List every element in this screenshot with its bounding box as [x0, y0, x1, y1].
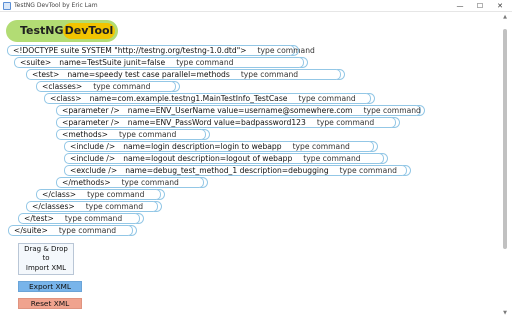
xml-tag: </class> [42, 190, 77, 199]
import-xml-dropzone[interactable]: Drag & Drop to Import XML [18, 243, 74, 275]
row-end-cap [172, 81, 180, 92]
title-bar: TestNG DevTool by Eric Lam — ☐ ✕ [0, 0, 512, 12]
logo-devtool-badge: DevTool [63, 23, 115, 39]
xml-line[interactable]: <suite> name=TestSuite junit=false type co… [14, 57, 308, 68]
vertical-scrollbar[interactable]: ▲ ▼ [501, 13, 509, 317]
xml-line[interactable]: </class> type command [36, 189, 165, 200]
xml-tag: <suite> [20, 58, 52, 67]
xml-line[interactable]: <classes> type command [36, 81, 180, 92]
xml-tag: <methods> [62, 130, 109, 139]
row-end-cap [392, 117, 400, 128]
type-command-button[interactable]: type command [364, 106, 421, 115]
type-command-button[interactable]: type command [317, 118, 374, 127]
xml-tag: </test> [24, 214, 54, 223]
xml-line[interactable]: </test> type command [18, 213, 144, 224]
xml-attributes: name=com.example.testng1.MainTestInfo_Te… [89, 94, 288, 103]
app-logo: TestNG DevTool [6, 20, 118, 42]
window-title: TestNG DevTool by Eric Lam [14, 2, 98, 9]
xml-line[interactable]: <class> name=com.example.testng1.MainTest… [44, 93, 375, 104]
type-command-button[interactable]: type command [293, 142, 350, 151]
xml-tag: </methods> [62, 178, 111, 187]
xml-tag: </classes> [32, 202, 75, 211]
xml-line[interactable]: <parameter /> name=ENV_UserName value=use… [56, 105, 425, 116]
row-end-cap [136, 213, 144, 224]
reset-xml-button[interactable]: Reset XML [18, 298, 82, 309]
xml-line[interactable]: <include /> name=login description=login … [64, 141, 378, 152]
type-command-button[interactable]: type command [176, 58, 233, 67]
export-xml-button[interactable]: Export XML [18, 281, 82, 292]
type-command-button[interactable]: type command [93, 82, 150, 91]
xml-tag: <class> [50, 94, 82, 103]
type-command-button[interactable]: type command [241, 70, 298, 79]
xml-attributes: name=debug_test_method_1 description=deb… [125, 166, 329, 175]
xml-tag: </suite> [14, 226, 48, 235]
type-command-button[interactable]: type command [119, 130, 176, 139]
xml-tag: <include /> [70, 142, 116, 151]
xml-tag: <include /> [70, 154, 116, 163]
xml-tag: <parameter /> [62, 118, 120, 127]
type-command-button[interactable]: type command [122, 178, 179, 187]
row-end-cap [129, 225, 137, 236]
row-end-cap [157, 189, 165, 200]
xml-line[interactable]: </suite> type command [8, 225, 137, 236]
scrollbar-thumb[interactable] [503, 29, 507, 249]
type-command-button[interactable]: type command [59, 226, 116, 235]
xml-line[interactable]: </methods> type command [56, 177, 208, 188]
xml-line[interactable]: </classes> type command [26, 201, 162, 212]
xml-tag: <parameter /> [62, 106, 120, 115]
xml-attributes: name=speedy test case parallel=methods [67, 70, 230, 79]
row-end-cap [300, 57, 308, 68]
type-command-button[interactable]: type command [86, 202, 143, 211]
xml-attributes: name=ENV_UserName value=username@somewhe… [127, 106, 353, 115]
minimize-icon[interactable]: — [452, 0, 468, 12]
logo-testng-text: TestNG [20, 24, 64, 37]
row-end-cap [380, 153, 388, 164]
row-end-cap [154, 201, 162, 212]
xml-line[interactable]: <parameter /> name=ENV_PassWord value=bad… [56, 117, 400, 128]
type-command-button[interactable]: type command [298, 94, 355, 103]
type-command-button[interactable]: type command [303, 154, 360, 163]
xml-tag: <test> [32, 70, 60, 79]
xml-line[interactable]: <test> name=speedy test case parallel=met… [26, 69, 345, 80]
close-icon[interactable]: ✕ [492, 0, 508, 12]
xml-line[interactable]: <exclude /> name=debug_test_method_1 desc… [64, 165, 411, 176]
row-end-cap [200, 177, 208, 188]
row-end-cap [367, 93, 375, 104]
xml-attributes: name=ENV_PassWord value=badpassword123 [127, 118, 306, 127]
xml-attributes: name=logout description=logout of webapp [123, 154, 293, 163]
type-command-button[interactable]: type command [340, 166, 397, 175]
xml-attributes: name=TestSuite junit=false [59, 58, 166, 67]
xml-attributes: name=login description=login to webapp [123, 142, 282, 151]
xml-tag: <classes> [42, 82, 83, 91]
row-end-cap [417, 105, 425, 116]
row-end-cap [403, 165, 411, 176]
maximize-icon[interactable]: ☐ [472, 0, 488, 12]
xml-tag: <!DOCTYPE suite SYSTEM "http://testng.or… [13, 46, 247, 55]
type-command-button[interactable]: type command [87, 190, 144, 199]
xml-line[interactable]: <!DOCTYPE suite SYSTEM "http://testng.or… [7, 45, 315, 56]
xml-tag: <exclude /> [70, 166, 118, 175]
row-end-cap [337, 69, 345, 80]
scroll-up-arrow-icon[interactable]: ▲ [501, 13, 509, 21]
xml-line[interactable]: <methods> type command [56, 129, 210, 140]
app-icon [3, 2, 11, 10]
type-command-button[interactable]: type command [65, 214, 122, 223]
row-end-cap [370, 141, 378, 152]
xml-line[interactable]: <include /> name=logout description=logou… [64, 153, 388, 164]
scroll-down-arrow-icon[interactable]: ▼ [501, 309, 509, 317]
row-end-cap [202, 129, 210, 140]
type-command-button[interactable]: type command [258, 46, 315, 55]
